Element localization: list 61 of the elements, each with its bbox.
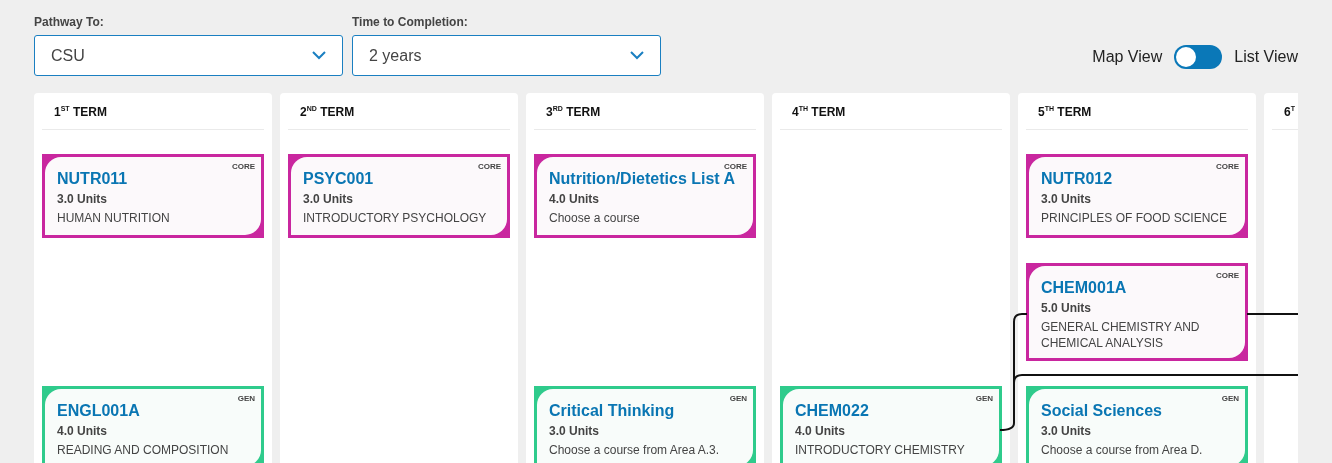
chevron-down-icon: [312, 51, 326, 60]
course-units: 3.0 Units: [57, 192, 108, 206]
course-units: 3.0 Units: [549, 424, 600, 438]
course-tag: CORE: [1215, 162, 1239, 171]
course-units: 4.0 Units: [57, 424, 108, 438]
course-tag: GEN: [729, 394, 747, 403]
course-card[interactable]: CORE NUTR011 3.0 Units HUMAN NUTRITION: [42, 154, 264, 238]
course-title: Critical Thinking: [549, 402, 676, 420]
course-units: 3.0 Units: [303, 192, 354, 206]
course-description: Choose a course from Area D.: [1041, 442, 1204, 458]
course-title: ENGL001A: [57, 402, 141, 420]
course-description: PRINCIPLES OF FOOD SCIENCE: [1041, 210, 1229, 226]
course-description: INTRODUCTORY PSYCHOLOGY: [303, 210, 488, 226]
course-title: CHEM022: [795, 402, 870, 420]
filter-label: Pathway To:: [34, 15, 105, 29]
course-description: HUMAN NUTRITION: [57, 210, 171, 226]
connector-line: [1246, 313, 1298, 315]
course-title: Social Sciences: [1041, 402, 1163, 420]
course-description: GENERAL CHEMISTRY AND CHEMICAL ANALYSIS: [1041, 319, 1201, 351]
term-title: 4$^{TH}$ TERM: [792, 105, 846, 119]
term-title: 6$^{T}$: [1284, 105, 1295, 119]
course-tag: GEN: [237, 394, 255, 403]
course-units: 5.0 Units: [1041, 301, 1092, 315]
course-card[interactable]: CORE Nutrition/Dietetics List A 4.0 Units Choose a course: [534, 154, 756, 238]
course-title: NUTR012: [1041, 170, 1114, 188]
course-units: 3.0 Units: [1041, 424, 1092, 438]
course-tag: GEN: [975, 394, 993, 403]
chevron-down-icon: [630, 51, 644, 60]
view-toggle[interactable]: [1174, 45, 1223, 69]
course-units: 3.0 Units: [1041, 192, 1092, 206]
course-units: 4.0 Units: [795, 424, 846, 438]
course-units: 4.0 Units: [549, 192, 600, 206]
course-card[interactable]: GEN Critical Thinking 3.0 Units Choose a course from Area A.3.: [534, 386, 756, 463]
term-title: 3$^{RD}$ TERM: [546, 105, 601, 119]
dropdown[interactable]: CSU: [34, 35, 343, 76]
term-title: 1$^{ST}$ TERM: [54, 105, 107, 119]
course-card[interactable]: GEN CHEM022 4.0 Units INTRODUCTORY CHEMISTRY: [780, 386, 1002, 463]
term-title: 5$^{TH}$ TERM: [1038, 105, 1092, 119]
course-card[interactable]: GEN Social Sciences 3.0 Units Choose a course from Area D.: [1026, 386, 1248, 463]
course-card[interactable]: GEN ENGL001A 4.0 Units READING AND COMPOSITION: [42, 386, 264, 463]
dropdown[interactable]: 2 years: [352, 35, 661, 76]
course-description: Choose a course from Area A.3.: [549, 442, 721, 458]
course-title: NUTR011: [57, 170, 129, 188]
course-description: INTRODUCTORY CHEMISTRY: [795, 442, 966, 458]
course-title: Nutrition/Dietetics List A: [549, 170, 737, 188]
course-tag: CORE: [231, 162, 255, 171]
toggle-label: List View: [1234, 48, 1298, 66]
term-title: 2$^{ND}$ TERM: [300, 105, 355, 119]
course-tag: CORE: [1215, 271, 1239, 280]
course-description: READING AND COMPOSITION: [57, 442, 230, 458]
toggle-label: Map View: [1092, 48, 1163, 66]
course-card[interactable]: CORE NUTR012 3.0 Units PRINCIPLES OF FOOD SCIENCE: [1026, 154, 1248, 238]
filter-label: Time to Completion:: [352, 15, 469, 29]
course-title: CHEM001A: [1041, 279, 1128, 297]
course-card[interactable]: CORE CHEM001A 5.0 Units GENERAL CHEMISTRY AND CHEMICAL ANALYSIS: [1026, 263, 1248, 361]
course-description: Choose a course: [549, 210, 641, 226]
course-tag: CORE: [723, 162, 747, 171]
course-tag: CORE: [477, 162, 501, 171]
course-card[interactable]: CORE PSYC001 3.0 Units INTRODUCTORY PSYCHOLOGY: [288, 154, 510, 238]
course-tag: GEN: [1221, 394, 1239, 403]
course-title: PSYC001: [303, 170, 375, 188]
